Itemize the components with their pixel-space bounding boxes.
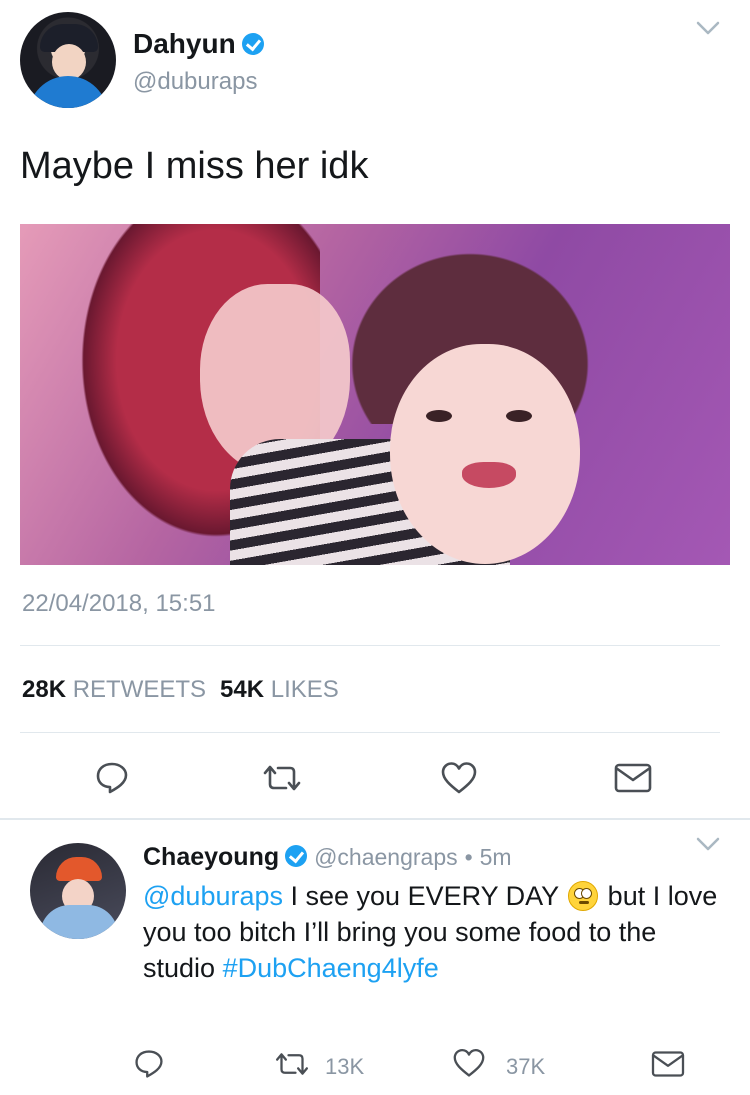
photo-eye	[506, 410, 532, 422]
rolling-eyes-emoji-icon	[568, 881, 599, 911]
like-icon[interactable]	[452, 1047, 486, 1079]
jacket-shape	[40, 905, 118, 939]
chevron-down-icon[interactable]	[696, 836, 720, 852]
retweets-count: 28K	[22, 676, 67, 703]
reply-like-count: 37K	[506, 1054, 546, 1079]
dahyun-avatar[interactable]	[20, 12, 116, 108]
face-shape	[52, 44, 86, 80]
hat-shape	[56, 857, 102, 881]
main-tweet: Dahyun @duburaps Maybe I miss her idk 22…	[0, 0, 750, 815]
reply-author-handle[interactable]: @chaengraps	[314, 844, 458, 870]
photo-face-right	[390, 344, 580, 564]
reply-header: Chaeyoung @chaengraps • 5m	[143, 843, 512, 872]
like-icon[interactable]	[440, 760, 478, 796]
retweets-label: RETWEETS	[72, 676, 207, 703]
direct-message-icon[interactable]	[650, 1049, 686, 1079]
meta-separator: •	[464, 844, 473, 870]
likes-stat[interactable]: 54K LIKES	[220, 676, 339, 703]
tweet-stats: 28K RETWEETS 54K LIKES	[22, 676, 339, 704]
direct-message-icon[interactable]	[613, 761, 653, 795]
retweet-icon[interactable]	[272, 1050, 312, 1078]
tweet-separator	[0, 818, 750, 820]
photo-eye	[426, 410, 452, 422]
retweets-stat[interactable]: 28K RETWEETS	[22, 676, 206, 703]
author-handle[interactable]: @duburaps	[133, 68, 257, 96]
reply-icon[interactable]	[133, 1048, 165, 1080]
tweet-timestamp: 22/04/2018, 15:51	[22, 590, 216, 617]
verified-badge-icon	[241, 32, 264, 55]
retweet-icon[interactable]	[260, 762, 304, 794]
photo-mouth	[462, 462, 516, 488]
reply-text-part1: I see you EVERY DAY	[283, 881, 567, 911]
divider	[20, 732, 720, 733]
chaeyoung-avatar[interactable]	[30, 843, 126, 939]
likes-label: LIKES	[270, 676, 339, 703]
reply-text: @duburaps I see you EVERY DAY but I love…	[143, 878, 723, 986]
mention-link[interactable]: @duburaps	[143, 881, 283, 911]
reply-time[interactable]: 5m	[480, 844, 512, 870]
tweet-text: Maybe I miss her idk	[20, 145, 369, 187]
likes-count: 54K	[220, 676, 265, 703]
hashtag-link[interactable]: #DubChaeng4lyfe	[223, 953, 439, 983]
divider	[20, 645, 720, 646]
chevron-down-icon[interactable]	[696, 20, 720, 36]
verified-badge-icon	[285, 845, 308, 868]
author-name-row[interactable]: Dahyun	[133, 28, 264, 60]
reply-icon[interactable]	[94, 760, 130, 796]
reply-retweet-count: 13K	[325, 1054, 365, 1079]
author-name[interactable]: Dahyun	[133, 28, 236, 59]
tweet-photo[interactable]	[20, 224, 730, 565]
shirt-shape	[28, 76, 108, 108]
reply-author-name[interactable]: Chaeyoung	[143, 843, 279, 871]
